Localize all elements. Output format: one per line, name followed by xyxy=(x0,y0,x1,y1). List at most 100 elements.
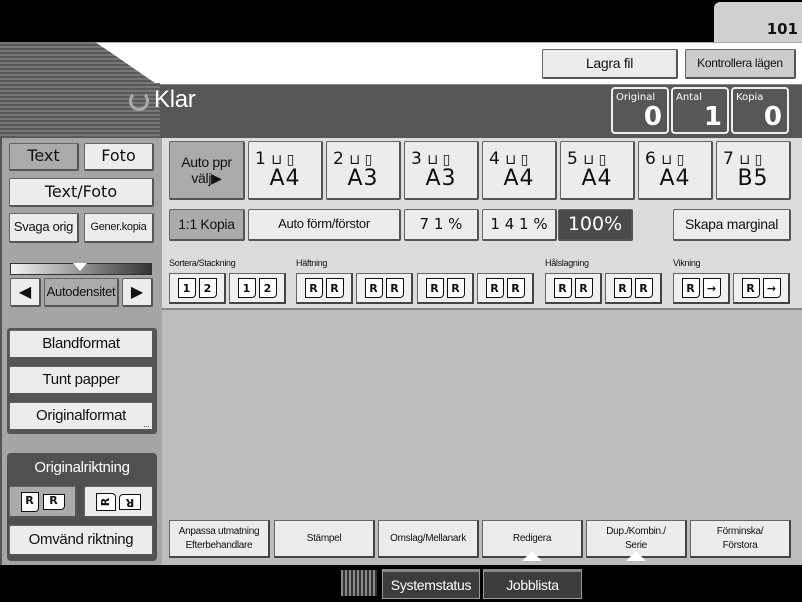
paper-tray-7-button[interactable]: 7 ⊔ ▯ B5 xyxy=(716,141,791,200)
button-label: Originalformat xyxy=(36,407,126,425)
page-r-rotated-landscape-icon: R xyxy=(118,493,141,510)
paper-size: A3 xyxy=(347,166,379,192)
orientation-rotated-button[interactable]: RR xyxy=(84,486,154,518)
pale-original-button[interactable]: Svaga orig xyxy=(9,213,79,243)
generation-copy-button[interactable]: Gener.kopia xyxy=(84,213,154,243)
tab-label: Redigera xyxy=(512,532,552,544)
sort-icon: 2 xyxy=(198,278,217,298)
cover-slip-sheet-tab[interactable]: Omslag/Mellanark xyxy=(378,520,479,558)
tray-number: 1 xyxy=(255,149,266,170)
tab-label: Stämpel xyxy=(306,532,342,544)
check-modes-button[interactable]: Kontrollera lägen xyxy=(685,49,796,79)
counter-value: 1 xyxy=(703,102,722,132)
tray-number: 5 xyxy=(567,149,578,170)
full-size-button[interactable]: 1:1 Kopia xyxy=(169,209,245,241)
reduce-enlarge-tab[interactable]: Förminska/Förstora xyxy=(690,520,791,558)
punch-top-icon: R xyxy=(613,278,632,298)
paper-tray-5-button[interactable]: 5 ⊔ ▯ A4 xyxy=(560,141,635,200)
mixed-sizes-button[interactable]: Blandformat xyxy=(9,330,154,359)
ready-icon xyxy=(129,91,149,111)
original-size-button[interactable]: Originalformat... xyxy=(9,402,154,431)
punch-left-icon: R xyxy=(574,278,593,298)
paper-tray-1-button[interactable]: 1 ⊔ ▯ A4 xyxy=(248,141,323,200)
finishing-option-button[interactable]: RR xyxy=(477,273,534,304)
stack-icon: 1 xyxy=(237,278,256,298)
text-mode-button[interactable]: Text xyxy=(9,143,79,171)
staple-top-left-slant-icon: R xyxy=(364,278,383,298)
density-indicator-icon xyxy=(73,263,87,271)
store-file-button[interactable]: Lagra fil xyxy=(542,49,678,79)
quantity-counter: Antal 1 xyxy=(671,87,729,134)
fold-half-icon: → xyxy=(702,278,721,298)
paper-tray-6-button[interactable]: 6 ⊔ ▯ A4 xyxy=(638,141,713,200)
paper-size: B5 xyxy=(737,166,769,192)
tray-number: 2 xyxy=(333,149,344,170)
counter-label: Antal xyxy=(676,92,703,103)
auto-paper-select-button[interactable]: Auto ppr välj▶ xyxy=(169,141,245,200)
paper-size: A4 xyxy=(503,166,535,192)
paper-size: A4 xyxy=(269,166,301,192)
page-r-landscape-icon: R xyxy=(42,493,65,510)
screen-tab-101[interactable]: 101 xyxy=(714,2,802,44)
reverse-orientation-button[interactable]: Omvänd riktning xyxy=(9,525,154,556)
auto-density-button[interactable]: Autodensitet xyxy=(44,278,119,307)
create-margin-button[interactable]: Skapa marginal xyxy=(673,209,791,241)
counter-label: Kopia xyxy=(736,92,764,103)
tab-label: Anpassa utmatning xyxy=(178,525,260,537)
fold-z-icon: R xyxy=(741,278,760,298)
sort-icon: 1 xyxy=(177,278,196,298)
staple-top-left-icon: R xyxy=(304,278,323,298)
staple-two-top-icon: R xyxy=(506,278,525,298)
staple-two-top-icon: R xyxy=(485,278,504,298)
output-finisher-tab[interactable]: Anpassa utmatning Efterbehandlare xyxy=(169,520,270,558)
ratio-100-button[interactable]: 100% xyxy=(558,209,633,241)
original-counter: Original 0 xyxy=(611,87,669,134)
counter-value: 0 xyxy=(643,102,662,132)
copy-counter: Kopia 0 xyxy=(731,87,789,134)
arrow-right-icon: ▶ xyxy=(130,281,144,301)
page-r-rotated-icon: R xyxy=(95,492,116,511)
density-lighter-button[interactable]: ◀ xyxy=(10,278,41,307)
toner-icon xyxy=(341,570,377,596)
tab-label: Omslag/Mellanark xyxy=(390,532,466,544)
tab-label: Förminska/ xyxy=(716,525,764,537)
ratio-71-button[interactable]: 7 1 % xyxy=(404,209,479,241)
finishing-option-button[interactable]: RR xyxy=(356,273,413,304)
fold-half-icon: R xyxy=(681,278,700,298)
text-photo-mode-button[interactable]: Text/Foto xyxy=(9,178,154,207)
job-list-button[interactable]: Jobblista xyxy=(483,569,582,599)
tab-label: Efterbehandlare xyxy=(185,539,253,551)
finishing-option-button[interactable]: R → xyxy=(673,273,730,304)
paper-size: A4 xyxy=(659,166,691,192)
finishing-option-button[interactable]: 12 xyxy=(229,273,286,304)
page-r-icon: R xyxy=(20,491,39,512)
staple-two-left-icon: R xyxy=(446,278,465,298)
staple-group-label: Häftning xyxy=(296,258,328,268)
arrow-left-icon: ◀ xyxy=(18,281,32,301)
finishing-option-button[interactable]: RR xyxy=(296,273,353,304)
orientation-title: Originalriktning xyxy=(34,459,130,476)
paper-tray-3-button[interactable]: 3 ⊔ ▯ A3 xyxy=(404,141,479,200)
thin-paper-button[interactable]: Tunt papper xyxy=(9,366,154,395)
expand-indicator-icon xyxy=(522,551,542,561)
fold-group-label: Vikning xyxy=(673,258,701,268)
system-status-button[interactable]: Systemstatus xyxy=(382,569,480,599)
stamp-tab[interactable]: Stämpel xyxy=(274,520,375,558)
more-indicator: ... xyxy=(143,419,149,429)
density-darker-button[interactable]: ▶ xyxy=(122,278,153,307)
finishing-option-button[interactable]: R → xyxy=(733,273,790,304)
photo-mode-button[interactable]: Foto xyxy=(84,143,154,171)
punch-top-icon: R xyxy=(634,278,653,298)
paper-tray-4-button[interactable]: 4 ⊔ ▯ A4 xyxy=(482,141,557,200)
auto-reduce-enlarge-button[interactable]: Auto förm/förstor xyxy=(248,209,401,241)
finishing-option-button[interactable]: 12 xyxy=(169,273,226,304)
finishing-option-button[interactable]: RR xyxy=(605,273,662,304)
finishing-option-button[interactable]: RR xyxy=(417,273,474,304)
paper-tray-2-button[interactable]: 2 ⊔ ▯ A3 xyxy=(326,141,401,200)
finishing-option-button[interactable]: RR xyxy=(545,273,602,304)
staple-top-left-icon: R xyxy=(325,278,344,298)
status-text: Klar xyxy=(154,86,196,113)
ratio-141-button[interactable]: 1 4 1 % xyxy=(482,209,557,241)
orientation-readable-button[interactable]: RR xyxy=(9,486,77,518)
tray-number: 3 xyxy=(411,149,422,170)
